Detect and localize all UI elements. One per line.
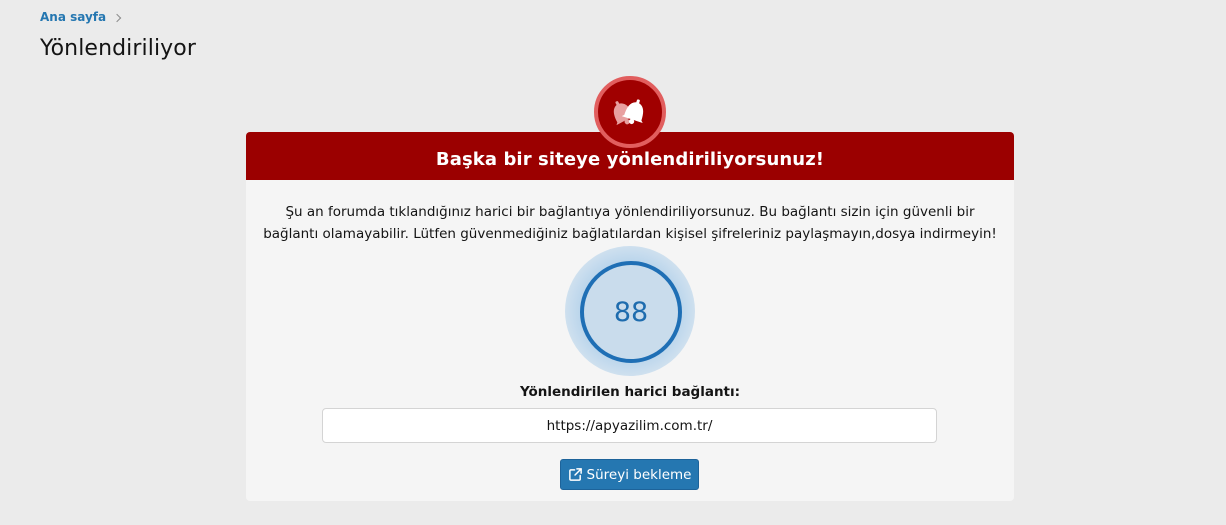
countdown-value: 88 bbox=[613, 296, 649, 328]
chevron-right-icon bbox=[112, 13, 122, 22]
redirect-card: Başka bir siteye yönlendiriliyorsunuz! Ş… bbox=[246, 76, 1014, 501]
redirect-warning-text: Şu an forumda tıklandığınız harici bir b… bbox=[263, 204, 997, 242]
page-title: Yönlendiriliyor bbox=[40, 36, 196, 61]
skip-wait-button[interactable]: Süreyi bekleme bbox=[560, 459, 699, 490]
skip-wait-label: Süreyi bekleme bbox=[586, 466, 692, 483]
external-link-field[interactable] bbox=[322, 408, 937, 443]
bell-icon bbox=[594, 76, 666, 148]
breadcrumb-home-link[interactable]: Ana sayfa bbox=[40, 10, 106, 24]
card-title: Başka bir siteye yönlendiriliyorsunuz! bbox=[435, 149, 825, 170]
external-link-label: Yönlendirilen harici bağlantı: bbox=[519, 384, 741, 400]
countdown-timer: 88 bbox=[580, 261, 682, 363]
external-link-icon bbox=[568, 468, 582, 481]
breadcrumb: Ana sayfa bbox=[40, 10, 122, 24]
